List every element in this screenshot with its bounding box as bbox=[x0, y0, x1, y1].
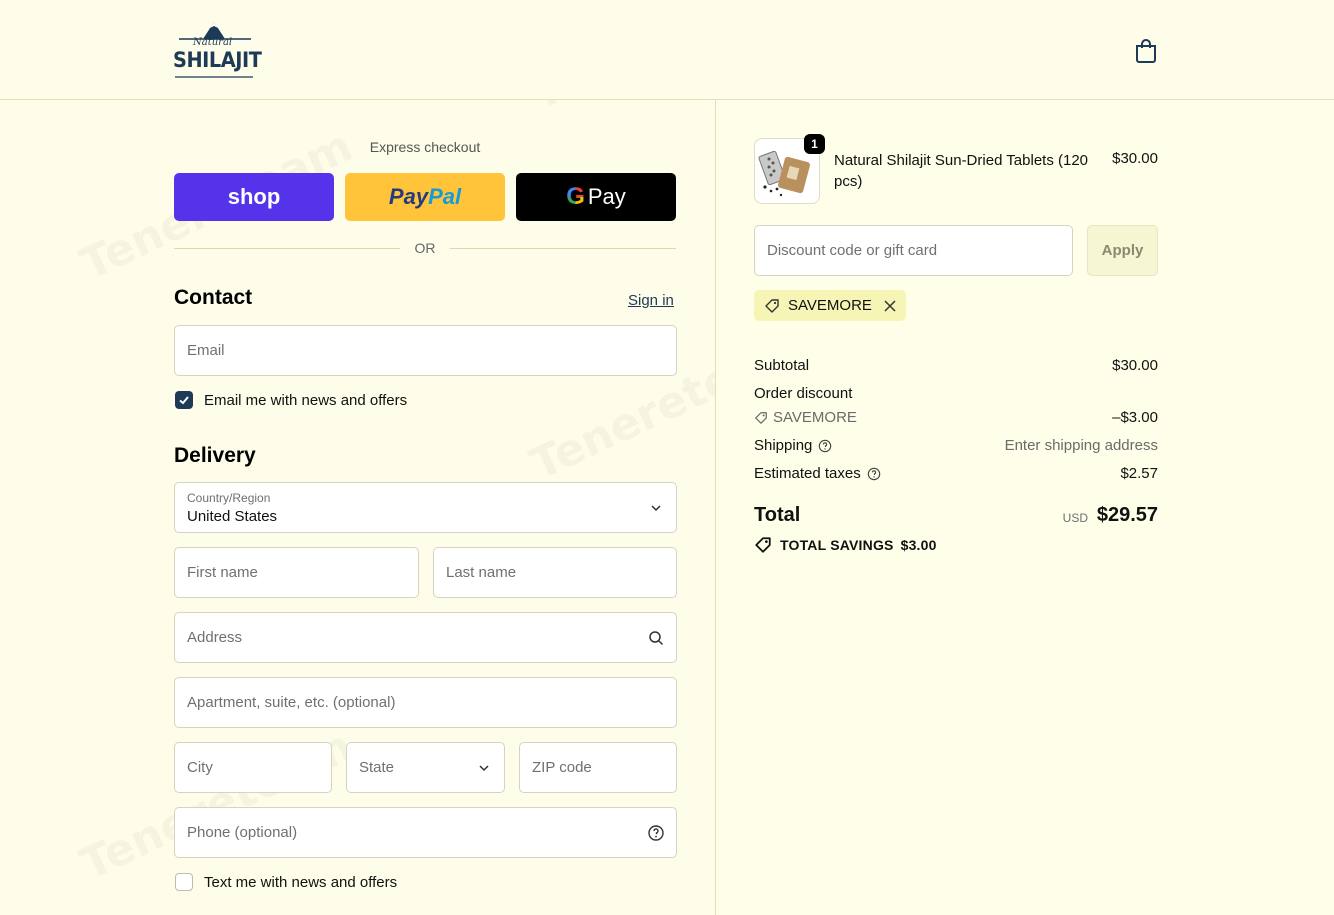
newsletter-label: Email me with news and offers bbox=[204, 391, 408, 409]
paypal-label-a: Pay bbox=[388, 184, 429, 209]
country-value: United States bbox=[187, 508, 278, 525]
paypal-button[interactable]: Pay Pal bbox=[345, 173, 505, 221]
order-summary-panel bbox=[716, 100, 1334, 915]
shipping-row: Shipping Enter shipping address bbox=[754, 437, 1158, 454]
google-pay-label: Pay bbox=[587, 184, 626, 209]
remove-discount-button[interactable] bbox=[884, 299, 896, 312]
newsletter-checkbox-row[interactable]: Email me with news and offers bbox=[175, 391, 407, 409]
quantity-badge: 1 bbox=[804, 134, 825, 154]
savings-label: TOTAL SAVINGS bbox=[780, 537, 894, 553]
express-checkout-title: Express checkout bbox=[369, 139, 481, 155]
paypal-label-b: Pal bbox=[428, 184, 462, 209]
search-icon bbox=[649, 631, 664, 646]
apply-discount-button[interactable]: Apply bbox=[1087, 225, 1158, 276]
help-icon[interactable] bbox=[867, 467, 881, 481]
total-savings: TOTAL SAVINGS $3.00 bbox=[754, 536, 937, 554]
applied-discount-chip: SAVEMORE bbox=[754, 290, 906, 321]
sms-label: Text me with news and offers bbox=[204, 873, 398, 891]
google-g-icon: G bbox=[566, 183, 585, 210]
chevron-down-icon bbox=[479, 765, 489, 772]
tag-icon bbox=[755, 537, 771, 553]
last-name-field[interactable]: Last name bbox=[433, 547, 677, 598]
phone-placeholder: Phone (optional) bbox=[187, 824, 298, 841]
email-placeholder: Email bbox=[187, 342, 225, 359]
last-name-placeholder: Last name bbox=[446, 564, 517, 581]
taxes-row: Estimated taxes $2.57 bbox=[754, 465, 1158, 482]
brand-logo[interactable]: Natural SHILAJIT bbox=[173, 20, 262, 80]
country-label: Country/Region bbox=[187, 491, 271, 505]
order-discount-code: SAVEMORE bbox=[773, 409, 857, 426]
shop-pay-label: shop bbox=[227, 184, 281, 209]
address-field[interactable]: Address bbox=[174, 612, 677, 663]
or-divider: OR bbox=[174, 240, 676, 256]
shipping-label: Shipping bbox=[754, 437, 813, 454]
delivery-heading: Delivery bbox=[174, 444, 256, 467]
tag-icon bbox=[765, 298, 779, 313]
chevron-down-icon bbox=[651, 505, 661, 512]
order-discount-label: Order discount bbox=[754, 385, 853, 402]
order-discount-code-row: SAVEMORE –$3.00 bbox=[754, 409, 1158, 426]
sign-in-link[interactable]: Sign in bbox=[628, 292, 674, 309]
brand-script: Natural bbox=[193, 37, 233, 48]
order-discount-row: Order discount bbox=[754, 385, 1158, 402]
first-name-placeholder: First name bbox=[187, 564, 258, 581]
contact-heading: Contact bbox=[174, 286, 253, 309]
checkmark-icon bbox=[179, 396, 189, 405]
sms-checkbox[interactable] bbox=[175, 873, 193, 891]
shop-pay-button[interactable]: shop bbox=[174, 173, 334, 221]
zip-code-field[interactable]: ZIP code bbox=[519, 742, 677, 793]
subtotal-row: Subtotal $30.00 bbox=[754, 357, 1158, 374]
total-label: Total bbox=[754, 504, 801, 526]
help-icon[interactable] bbox=[818, 439, 832, 453]
discount-code-input[interactable]: Discount code or gift card bbox=[754, 225, 1073, 276]
total-value: $29.57 bbox=[1096, 504, 1158, 526]
header: Natural SHILAJIT bbox=[0, 0, 1334, 100]
close-icon bbox=[884, 299, 896, 312]
apartment-placeholder: Apartment, suite, etc. (optional) bbox=[187, 694, 396, 711]
sms-checkbox-row[interactable]: Text me with news and offers bbox=[175, 873, 397, 891]
or-text: OR bbox=[414, 240, 436, 256]
taxes-value: $2.57 bbox=[1120, 465, 1158, 482]
taxes-label: Estimated taxes bbox=[754, 465, 861, 482]
order-discount-value: –$3.00 bbox=[1112, 409, 1158, 426]
tag-icon bbox=[755, 411, 767, 424]
total-currency: USD bbox=[1062, 511, 1088, 525]
zip-placeholder: ZIP code bbox=[532, 759, 592, 776]
column-divider bbox=[715, 100, 716, 915]
newsletter-checkbox[interactable] bbox=[175, 391, 193, 409]
discount-placeholder: Discount code or gift card bbox=[767, 242, 938, 259]
address-placeholder: Address bbox=[187, 629, 243, 646]
google-pay-button[interactable]: G Pay bbox=[516, 173, 676, 221]
apartment-field[interactable]: Apartment, suite, etc. (optional) bbox=[174, 677, 677, 728]
country-select[interactable]: Country/Region United States bbox=[174, 482, 677, 533]
applied-code: SAVEMORE bbox=[788, 297, 872, 314]
logo-underline bbox=[175, 76, 253, 78]
city-placeholder: City bbox=[187, 759, 213, 776]
product-price: $30.00 bbox=[1112, 150, 1158, 167]
brand-name: SHILAJIT bbox=[173, 48, 262, 72]
help-icon[interactable] bbox=[648, 825, 664, 841]
shipping-value: Enter shipping address bbox=[1004, 437, 1158, 454]
subtotal-value: $30.00 bbox=[1112, 357, 1158, 374]
shopping-bag-icon[interactable] bbox=[1134, 38, 1158, 64]
city-field[interactable]: City bbox=[174, 742, 332, 793]
subtotal-label: Subtotal bbox=[754, 357, 810, 374]
first-name-field[interactable]: First name bbox=[174, 547, 419, 598]
phone-field[interactable]: Phone (optional) bbox=[174, 807, 677, 858]
savings-value: $3.00 bbox=[900, 537, 937, 553]
email-field[interactable]: Email bbox=[174, 325, 677, 376]
state-select[interactable]: State bbox=[346, 742, 505, 793]
state-placeholder: State bbox=[359, 759, 395, 776]
